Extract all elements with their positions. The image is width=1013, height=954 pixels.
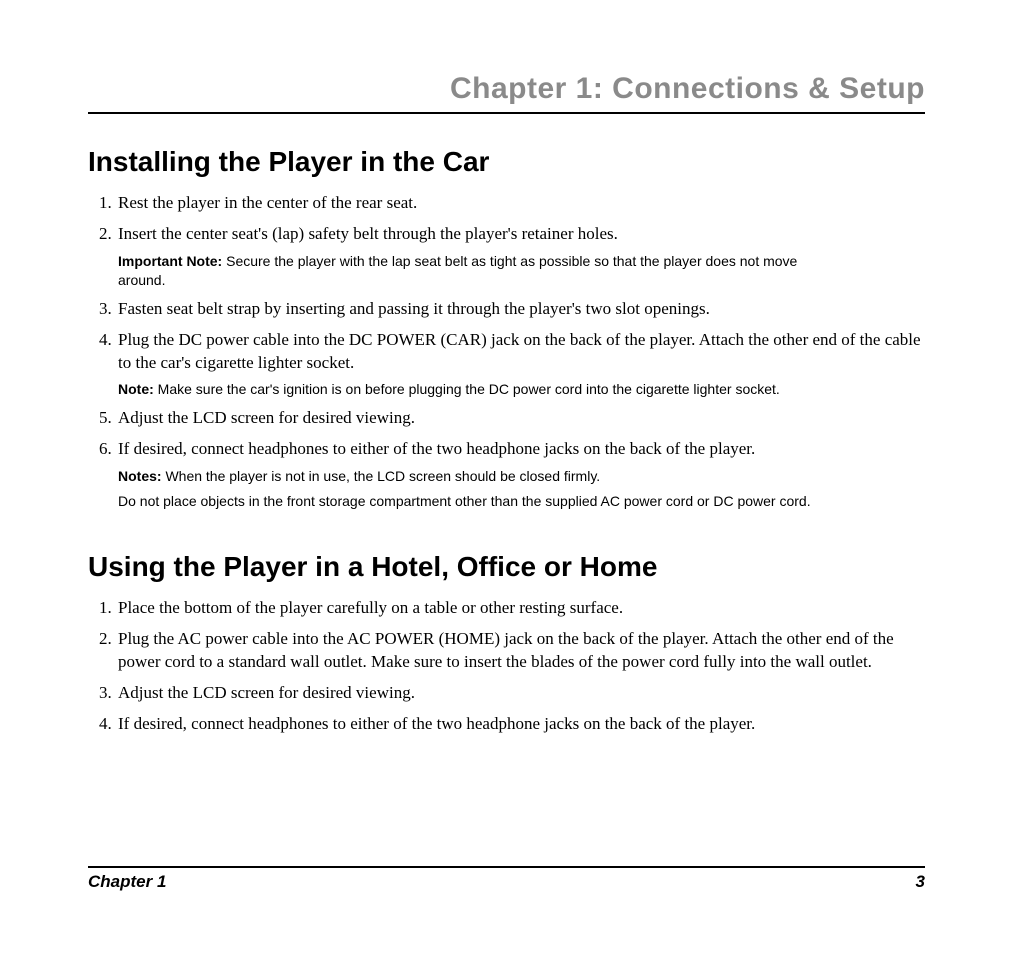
list-item: If desired, connect headphones to either… <box>116 438 925 511</box>
chapter-header: Chapter 1: Connections & Setup <box>88 72 925 114</box>
footer-page-number: 3 <box>916 872 925 892</box>
step-text: If desired, connect headphones to either… <box>118 439 755 458</box>
step-text: Insert the center seat's (lap) safety be… <box>118 224 618 243</box>
list-item: Adjust the LCD screen for desired viewin… <box>116 682 925 705</box>
note-extra: Do not place objects in the front storag… <box>118 492 838 511</box>
list-item: Plug the DC power cable into the DC POWE… <box>116 329 925 400</box>
step-text: Plug the AC power cable into the AC POWE… <box>118 629 894 671</box>
important-note: Important Note: Secure the player with t… <box>118 252 838 290</box>
footer-chapter-label: Chapter 1 <box>88 872 166 892</box>
note-text: When the player is not in use, the LCD s… <box>162 468 601 484</box>
note-label: Important Note: <box>118 253 222 269</box>
note: Note: Make sure the car's ignition is on… <box>118 380 838 399</box>
list-item: Insert the center seat's (lap) safety be… <box>116 223 925 290</box>
step-text: Fasten seat belt strap by inserting and … <box>118 299 710 318</box>
section-title-installing: Installing the Player in the Car <box>88 146 925 178</box>
note-label: Note: <box>118 381 154 397</box>
step-text: Adjust the LCD screen for desired viewin… <box>118 683 415 702</box>
list-item: Fasten seat belt strap by inserting and … <box>116 298 925 321</box>
step-text: Rest the player in the center of the rea… <box>118 193 417 212</box>
using-steps-list: Place the bottom of the player carefully… <box>88 597 925 736</box>
list-item: Rest the player in the center of the rea… <box>116 192 925 215</box>
page-footer: Chapter 1 3 <box>88 866 925 892</box>
step-text: Adjust the LCD screen for desired viewin… <box>118 408 415 427</box>
list-item: Place the bottom of the player carefully… <box>116 597 925 620</box>
notes: Notes: When the player is not in use, th… <box>118 467 838 486</box>
section-using: Using the Player in a Hotel, Office or H… <box>88 551 925 736</box>
step-text: Plug the DC power cable into the DC POWE… <box>118 330 921 372</box>
list-item: If desired, connect headphones to either… <box>116 713 925 736</box>
list-item: Adjust the LCD screen for desired viewin… <box>116 407 925 430</box>
section-title-using: Using the Player in a Hotel, Office or H… <box>88 551 925 583</box>
list-item: Plug the AC power cable into the AC POWE… <box>116 628 925 674</box>
note-label: Notes: <box>118 468 162 484</box>
installing-steps-list: Rest the player in the center of the rea… <box>88 192 925 511</box>
note-text: Make sure the car's ignition is on befor… <box>154 381 780 397</box>
step-text: Place the bottom of the player carefully… <box>118 598 623 617</box>
document-page: Chapter 1: Connections & Setup Installin… <box>0 0 1013 954</box>
step-text: If desired, connect headphones to either… <box>118 714 755 733</box>
